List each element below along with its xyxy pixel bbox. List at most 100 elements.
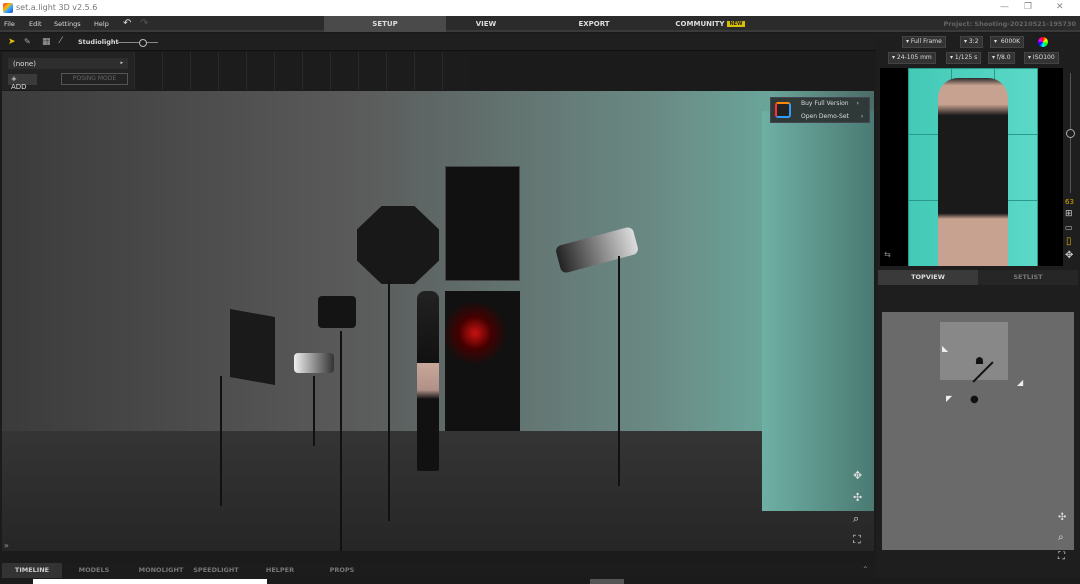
swap-icon[interactable]: ⇆	[884, 250, 891, 259]
color-picker-icon[interactable]	[1038, 37, 1048, 47]
pose-select-value: (none)	[13, 60, 36, 68]
minimize-button[interactable]: —	[1000, 2, 1009, 12]
topview-model: ☗	[975, 356, 984, 367]
app-logo-icon	[775, 102, 791, 118]
grid-overlay-icon[interactable]: ⊞	[1065, 209, 1073, 219]
light-stand	[220, 376, 222, 506]
tab-community[interactable]: COMMUNITY NEW	[660, 16, 760, 32]
topview-light: ◣	[942, 344, 949, 353]
timeline-scroll-area[interactable]	[33, 579, 267, 584]
expand-panel-icon[interactable]: »	[4, 541, 9, 550]
zoom-icon[interactable]: ⌕	[853, 512, 859, 526]
buy-full-version-link[interactable]: Buy Full Version ›	[801, 100, 859, 107]
aperture-value: f/8.0	[996, 54, 1011, 61]
tab-export[interactable]: EXPORT	[554, 16, 634, 32]
tab-timeline[interactable]: TIMELINE	[2, 563, 62, 578]
posing-mode-button[interactable]: POSING MODE	[61, 73, 128, 85]
tab-props[interactable]: PROPS	[312, 563, 372, 578]
softbox-light	[230, 309, 275, 385]
project-name: Project: Shooting-20210521-195730	[943, 20, 1076, 28]
menu-help[interactable]: Help	[94, 20, 109, 28]
move-camera-icon[interactable]: ✥	[1065, 250, 1073, 261]
demo-label: Open Demo-Set	[801, 113, 849, 120]
topview-map[interactable]: ☗ ◣ ◢ ◤ ●	[882, 312, 1074, 550]
topview-backdrop	[940, 322, 1008, 380]
studio-wall	[762, 111, 874, 511]
octabox-light	[357, 206, 439, 284]
menu-bar: File Edit Settings Help ↶ ↷ SETUP VIEW E…	[0, 16, 1080, 32]
3d-viewport[interactable]: Buy Full Version › Open Demo-Set › ✥ ✣ ⌕…	[2, 91, 874, 551]
sensor-value: Full Frame	[910, 38, 942, 45]
shutter-select[interactable]: ▾ 1/125 s	[946, 52, 982, 64]
monolight-left	[294, 353, 334, 373]
ratio-value: 3:2	[968, 38, 979, 45]
tab-setlist[interactable]: SETLIST	[978, 270, 1078, 285]
tab-models[interactable]: MODELS	[64, 563, 124, 578]
tab-view[interactable]: VIEW	[446, 16, 526, 32]
menu-edit[interactable]: Edit	[29, 20, 42, 28]
ruler-icon[interactable]: ▭	[1065, 223, 1073, 232]
zoom-slider-handle[interactable]	[1066, 129, 1075, 138]
topview-fit-icon[interactable]: ⛶	[1058, 551, 1065, 562]
lens-value: 24-105 mm	[896, 54, 932, 61]
close-button[interactable]: ✕	[1056, 2, 1064, 12]
add-label: ADD	[11, 83, 27, 91]
ratio-select[interactable]: ▾ 3:2	[960, 36, 983, 48]
studiolight-slider[interactable]	[118, 42, 158, 43]
line-tool-icon[interactable]: ⁄	[60, 36, 62, 46]
pose-panel: (none) ▸ + ADD POSING MODE	[2, 52, 134, 91]
bottom-tabs: TIMELINE MODELS MONOLIGHT SPEEDLIGHT HEL…	[0, 563, 876, 578]
app-logo	[3, 3, 13, 13]
tab-topview[interactable]: TOPVIEW	[878, 270, 978, 285]
iso-select[interactable]: ▾ ISO100	[1024, 52, 1059, 64]
preview-model	[938, 78, 1008, 266]
tab-setup[interactable]: SETUP	[324, 16, 446, 32]
light-stand	[618, 256, 620, 486]
undo-icon[interactable]: ↶	[123, 18, 131, 29]
black-flag-top	[445, 166, 520, 281]
light-stand	[388, 281, 390, 521]
orbit-icon[interactable]: ✥	[853, 469, 862, 482]
black-flag-bottom	[445, 291, 520, 431]
aperture-select[interactable]: ▾ f/8.0	[988, 52, 1015, 64]
speedlight	[318, 296, 356, 328]
menu-settings[interactable]: Settings	[54, 20, 81, 28]
title-bar: set.a.light 3D v2.5.6 — ❐ ✕	[0, 0, 1080, 16]
demo-menu: Buy Full Version › Open Demo-Set ›	[770, 97, 870, 123]
toolbar: ➤ ✎ ▦ ⁄ Studiolight	[0, 34, 876, 51]
collapse-up-icon[interactable]: ⌃	[862, 565, 869, 574]
timeline-strip[interactable]	[134, 52, 470, 90]
select-tool-icon[interactable]: ➤	[8, 37, 16, 47]
topview-zoom-icon[interactable]: ⌕	[1058, 532, 1064, 543]
tab-speedlight[interactable]: SPEEDLIGHT	[186, 563, 246, 578]
move-icon[interactable]: ✣	[853, 491, 862, 504]
camera-panel: ▾ Full Frame ▾ 3:2 ▾ 6000K ▾ 24-105 mm ▾…	[876, 33, 1080, 578]
topview-move-icon[interactable]: ✣	[1058, 512, 1066, 523]
light-stand	[313, 376, 315, 446]
pen-tool-icon[interactable]: ✎	[24, 37, 31, 46]
fit-view-icon[interactable]: ⛶	[853, 533, 861, 547]
add-button[interactable]: + ADD	[8, 74, 37, 91]
model-figure	[417, 291, 439, 471]
buy-label: Buy Full Version	[801, 100, 849, 107]
orientation-icon[interactable]: ▯	[1066, 236, 1072, 247]
open-demo-set-link[interactable]: Open Demo-Set ›	[801, 113, 863, 120]
scrollbar-thumb[interactable]	[590, 579, 624, 584]
redo-icon[interactable]: ↷	[140, 18, 148, 29]
light-stand	[340, 331, 342, 551]
white-balance-value: 6000K	[1000, 38, 1021, 45]
studiolight-slider-handle[interactable]	[139, 39, 147, 47]
studiolight-label: Studiolight	[78, 38, 119, 46]
lens-select[interactable]: ▾ 24-105 mm	[888, 52, 936, 64]
restore-button[interactable]: ❐	[1024, 2, 1032, 12]
menu-file[interactable]: File	[4, 20, 15, 28]
tab-helper[interactable]: HELPER	[250, 563, 310, 578]
tab-community-label: COMMUNITY	[675, 20, 725, 28]
grid-icon[interactable]: ▦	[42, 37, 51, 47]
sensor-select[interactable]: ▾ Full Frame	[902, 36, 946, 48]
pose-select[interactable]: (none) ▸	[8, 58, 128, 69]
zoom-value: 63	[1065, 198, 1074, 206]
white-balance-select[interactable]: ▾ 6000K	[990, 36, 1025, 48]
topview-light: ◤	[946, 394, 953, 403]
camera-preview[interactable]: ⇆	[880, 68, 1063, 266]
